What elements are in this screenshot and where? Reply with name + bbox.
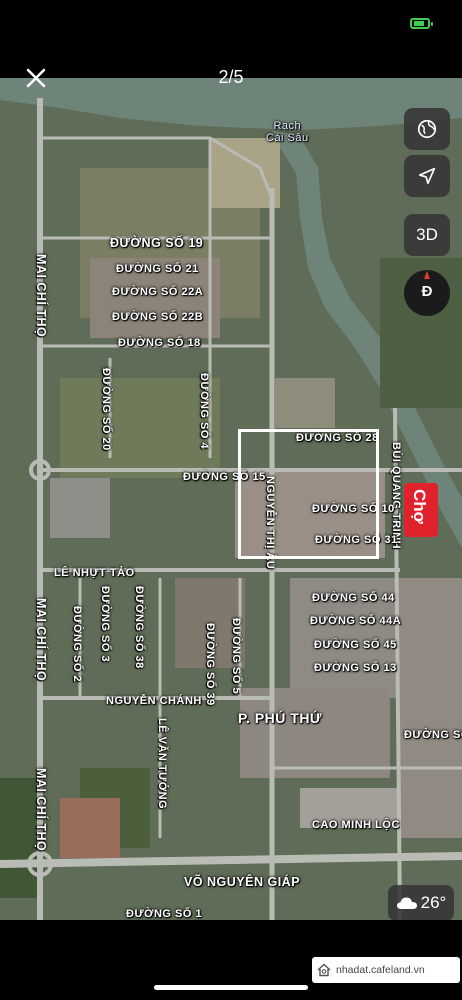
street-label: ĐƯỜNG SỐ 22B <box>112 311 204 323</box>
satellite-map[interactable]: ĐƯỜNG SỐ 19 ĐƯỜNG SỐ 21 ĐƯỜNG SỐ 22A ĐƯỜ… <box>0 78 462 920</box>
street-label: ĐƯỜNG SỐ 44A <box>310 615 402 627</box>
battery-icon <box>410 18 433 29</box>
street-label: ĐƯỜNG SỐ 38 <box>133 586 145 669</box>
street-label: ĐƯỜNG SỐ 21 <box>116 263 199 275</box>
street-label: ĐƯỜNG SỐ 44 <box>312 592 395 604</box>
weather-badge: 26° <box>388 885 454 921</box>
street-label: ĐƯỜNG SỐ 19 <box>110 236 204 250</box>
market-label: Chợ <box>410 489 429 524</box>
globe-icon <box>417 119 437 139</box>
street-label: MAI CHÍ THỌ <box>34 598 48 682</box>
globe-button[interactable] <box>404 108 450 150</box>
street-label: LÊ NHỰT TẢO <box>54 567 135 579</box>
street-label: ĐƯỜNG SỐ 39 <box>204 623 216 706</box>
ward-label: P. PHÚ THỨ <box>238 710 323 726</box>
street-label: ĐƯỜNG SỐ 18 <box>118 337 201 349</box>
street-label: CAO MINH LỘC <box>312 819 400 831</box>
market-badge[interactable]: Chợ <box>404 483 438 537</box>
location-arrow-icon <box>418 167 436 185</box>
street-label: ĐƯỜNG SỐ 4 <box>198 373 210 450</box>
street-label: ĐƯỜNG SỐ 45 <box>314 639 397 651</box>
street-label: ĐƯỜNG SỐ 2 <box>71 606 83 683</box>
street-label: MAI CHÍ THỌ <box>34 768 48 852</box>
3d-label: 3D <box>416 225 438 244</box>
compass-letter: Đ <box>421 283 433 300</box>
street-label: ĐƯỜNG SỐ <box>404 729 462 741</box>
street-label: MAI CHÍ THỌ <box>34 254 48 338</box>
highlight-box <box>238 429 379 559</box>
home-indicator[interactable] <box>154 985 308 990</box>
compass-button[interactable]: Đ <box>404 270 450 316</box>
watermark-text: nhadat.cafeland.vn <box>336 964 425 976</box>
home-logo-icon <box>317 963 331 977</box>
watermark: nhadat.cafeland.vn <box>312 957 460 983</box>
location-button[interactable] <box>404 155 450 197</box>
street-label: ĐƯỜNG SỐ 13 <box>314 662 397 674</box>
street-label: ĐƯỜNG SỐ 5 <box>230 618 242 695</box>
cloud-icon <box>396 897 417 909</box>
compass-needle-icon <box>424 271 430 279</box>
street-label: ĐƯỜNG SỐ 1 <box>126 908 203 920</box>
page-counter: 2/5 <box>218 67 244 87</box>
river-label: Rạch Cái Sâu <box>266 120 309 144</box>
temperature: 26° <box>420 893 447 912</box>
3d-button[interactable]: 3D <box>404 214 450 256</box>
street-label: ĐƯỜNG SỐ 20 <box>100 368 112 451</box>
street-label: ĐƯỜNG SỐ 22A <box>112 286 204 298</box>
street-label: NGUYỄN CHÁNH <box>106 695 202 707</box>
street-label: LÊ VĂN TƯỞNG <box>156 718 168 810</box>
status-bar <box>0 0 462 60</box>
street-label: VÕ NGUYÊN GIÁP <box>184 875 301 889</box>
street-label: ĐƯỜNG SỐ 3 <box>99 586 111 663</box>
